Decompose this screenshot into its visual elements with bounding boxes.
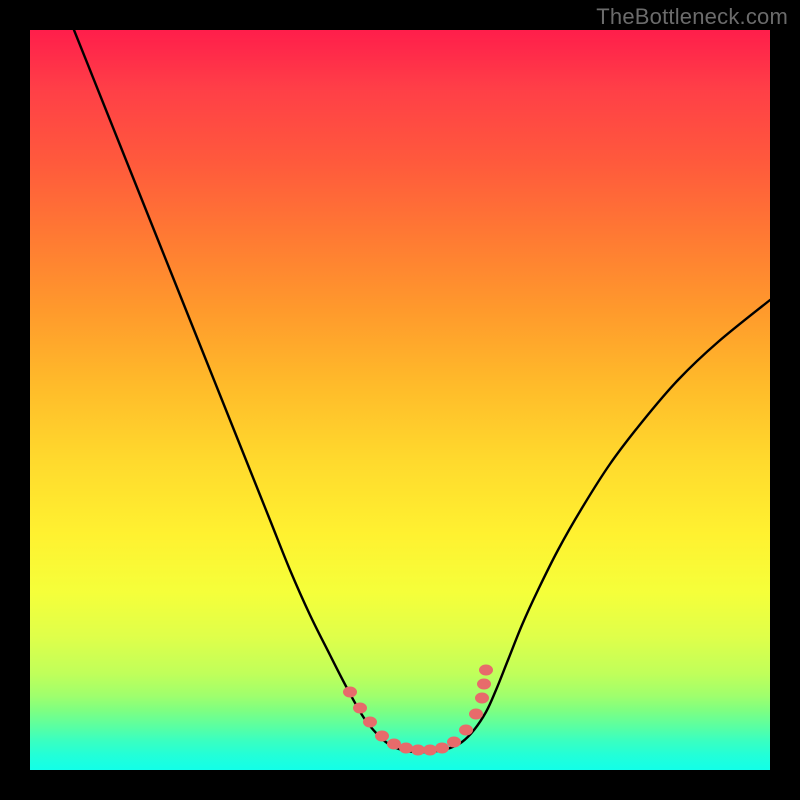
curve-marker <box>475 693 489 704</box>
curve-marker <box>387 739 401 750</box>
curve-marker <box>423 745 437 756</box>
curve-markers <box>343 665 493 756</box>
curve-marker <box>479 665 493 676</box>
curve-marker <box>363 717 377 728</box>
curve-marker <box>353 703 367 714</box>
chart-svg <box>30 30 770 770</box>
bottleneck-curve <box>74 30 770 752</box>
chart-frame: TheBottleneck.com <box>0 0 800 800</box>
curve-marker <box>435 743 449 754</box>
curve-marker <box>399 743 413 754</box>
curve-marker <box>469 709 483 720</box>
curve-marker <box>447 737 461 748</box>
curve-marker <box>459 725 473 736</box>
watermark-text: TheBottleneck.com <box>596 4 788 30</box>
curve-marker <box>411 745 425 756</box>
curve-marker <box>477 679 491 690</box>
curve-marker <box>375 731 389 742</box>
curve-marker <box>343 687 357 698</box>
plot-area <box>30 30 770 770</box>
